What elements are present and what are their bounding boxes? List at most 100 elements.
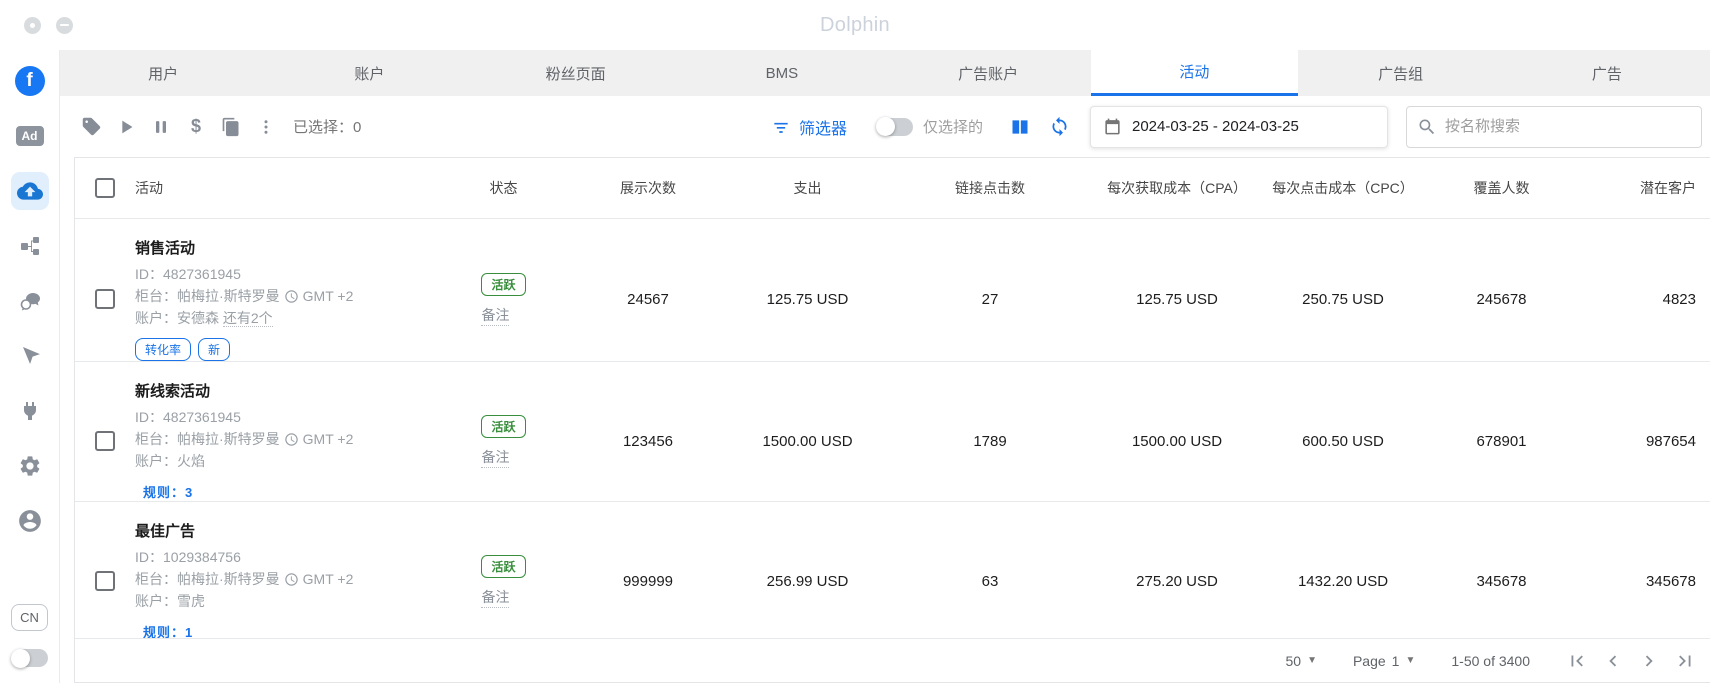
last-page-button[interactable] — [1674, 650, 1696, 672]
note-link[interactable]: 备注 — [481, 587, 509, 608]
note-link[interactable]: 备注 — [481, 447, 509, 468]
leads-value: 987654 — [1582, 433, 1710, 450]
tab-ads[interactable]: 广告 — [1504, 50, 1710, 96]
rules-link[interactable]: 规则：3 — [143, 482, 193, 501]
table-row: 新线索活动 ID：4827361945 柜台：帕梅拉·斯特罗曼 GMT +2 账… — [75, 361, 1710, 501]
sidebar-toggle[interactable] — [12, 649, 48, 667]
date-range-picker[interactable]: 2024-03-25 - 2024-03-25 — [1090, 106, 1388, 148]
chevron-left-icon — [1602, 650, 1624, 672]
toggle-knob — [876, 117, 895, 136]
rows-per-page-select[interactable]: 50 ▼ — [1285, 653, 1316, 669]
columns-button[interactable] — [1009, 116, 1031, 138]
column-header-reach[interactable]: 覆盖人数 — [1421, 178, 1582, 198]
cpa-value: 1500.00 USD — [1089, 433, 1265, 450]
page-label: Page — [1353, 653, 1386, 669]
budget-button[interactable]: $ — [185, 116, 207, 138]
reach-value: 245678 — [1421, 291, 1582, 308]
search-box — [1406, 106, 1702, 148]
account-more-link[interactable]: 还有2个 — [223, 310, 273, 327]
link-clicks-value: 63 — [891, 573, 1089, 590]
start-button[interactable] — [115, 116, 137, 138]
refresh-button[interactable] — [1048, 116, 1070, 138]
select-all-checkbox[interactable] — [95, 178, 115, 198]
sidebar-item-facebook[interactable]: f — [11, 62, 49, 100]
copy-button[interactable] — [220, 116, 242, 138]
campaign-counter: 柜台：帕梅拉·斯特罗曼 — [135, 285, 280, 307]
leads-value: 4823 — [1582, 291, 1710, 308]
language-button[interactable]: CN — [11, 604, 48, 631]
tab-bms[interactable]: BMS — [679, 50, 885, 96]
campaign-account: 账户：安德森 — [135, 310, 219, 326]
reach-value: 345678 — [1421, 573, 1582, 590]
app-title: Dolphin — [0, 14, 1710, 37]
first-page-button[interactable] — [1566, 650, 1588, 672]
campaign-name[interactable]: 最佳广告 — [135, 520, 435, 541]
campaign-id: ID：4827361945 — [135, 263, 435, 285]
campaign-tag[interactable]: 新 — [198, 338, 230, 361]
sidebar-item-uploads[interactable] — [11, 172, 49, 210]
note-link[interactable]: 备注 — [481, 305, 509, 326]
table-header-row: 活动 状态 展示次数 支出 链接点击数 每次获取成本（CPA） 每次点击成本（C… — [75, 158, 1710, 218]
only-selected-toggle[interactable] — [877, 118, 913, 136]
sidebar-item-cursor[interactable] — [11, 337, 49, 375]
row-checkbox[interactable] — [95, 571, 115, 591]
campaign-account: 账户：火焰 — [135, 453, 205, 469]
previous-page-button[interactable] — [1602, 650, 1624, 672]
status-badge: 活跃 — [481, 555, 525, 578]
play-icon — [115, 116, 137, 138]
campaigns-table: 活动 状态 展示次数 支出 链接点击数 每次获取成本（CPA） 每次点击成本（C… — [74, 157, 1710, 683]
leads-value: 345678 — [1582, 573, 1710, 590]
tab-ad-groups[interactable]: 广告组 — [1298, 50, 1504, 96]
column-header-campaign[interactable]: 活动 — [119, 178, 435, 198]
column-header-status[interactable]: 状态 — [435, 178, 572, 198]
last-page-icon — [1674, 650, 1696, 672]
campaign-id: ID：1029384756 — [135, 546, 435, 568]
tab-accounts[interactable]: 账户 — [266, 50, 472, 96]
first-page-icon — [1566, 650, 1588, 672]
pause-button[interactable] — [150, 116, 172, 138]
page-select[interactable]: Page 1 ▼ — [1353, 653, 1415, 669]
gear-icon — [18, 454, 42, 478]
reach-value: 678901 — [1421, 433, 1582, 450]
sidebar-item-automation[interactable] — [11, 227, 49, 265]
campaign-name[interactable]: 销售活动 — [135, 237, 435, 258]
column-header-impressions[interactable]: 展示次数 — [572, 178, 724, 198]
campaign-name[interactable]: 新线索活动 — [135, 380, 435, 401]
copy-icon — [221, 117, 241, 137]
sidebar-item-chat[interactable] — [11, 282, 49, 320]
tab-campaigns[interactable]: 活动 — [1091, 50, 1297, 96]
tab-users[interactable]: 用户 — [60, 50, 266, 96]
date-range-value: 2024-03-25 - 2024-03-25 — [1132, 118, 1299, 135]
search-input[interactable] — [1445, 118, 1691, 135]
filter-icon — [771, 117, 791, 137]
more-actions-button[interactable] — [255, 116, 277, 138]
spend-value: 125.75 USD — [724, 291, 891, 308]
row-checkbox[interactable] — [95, 431, 115, 451]
campaign-tag[interactable]: 转化率 — [135, 338, 191, 361]
row-checkbox[interactable] — [95, 289, 115, 309]
cursor-icon — [18, 344, 42, 368]
toolbar: $ 已选择：0 筛选器 仅选择的 — [60, 96, 1710, 157]
column-header-link-clicks[interactable]: 链接点击数 — [891, 178, 1089, 198]
next-page-button[interactable] — [1638, 650, 1660, 672]
campaign-counter: 柜台：帕梅拉·斯特罗曼 — [135, 568, 280, 590]
table-row: 最佳广告 ID：1029384756 柜台：帕梅拉·斯特罗曼 GMT +2 账户… — [75, 501, 1710, 638]
column-header-spend[interactable]: 支出 — [724, 178, 891, 198]
tab-fan-pages[interactable]: 粉丝页面 — [473, 50, 679, 96]
sidebar-item-integrations[interactable] — [11, 392, 49, 430]
calendar-icon — [1103, 117, 1122, 136]
pagination-range: 1-50 of 3400 — [1451, 653, 1530, 669]
column-header-cpc[interactable]: 每次点击成本（CPC） — [1265, 178, 1421, 198]
column-header-cpa[interactable]: 每次获取成本（CPA） — [1089, 178, 1265, 198]
sidebar-item-ads[interactable]: Ad — [11, 117, 49, 155]
filters-button[interactable]: 筛选器 — [771, 115, 847, 139]
sidebar-item-settings[interactable] — [11, 447, 49, 485]
account-circle-icon — [17, 508, 43, 534]
filters-label: 筛选器 — [799, 115, 847, 139]
tags-button[interactable] — [80, 116, 102, 138]
more-vert-icon — [257, 118, 275, 136]
column-header-leads[interactable]: 潜在客户 — [1582, 178, 1710, 198]
tab-ad-accounts[interactable]: 广告账户 — [885, 50, 1091, 96]
sidebar-item-account[interactable] — [11, 502, 49, 540]
chat-bubbles-icon — [18, 289, 42, 313]
